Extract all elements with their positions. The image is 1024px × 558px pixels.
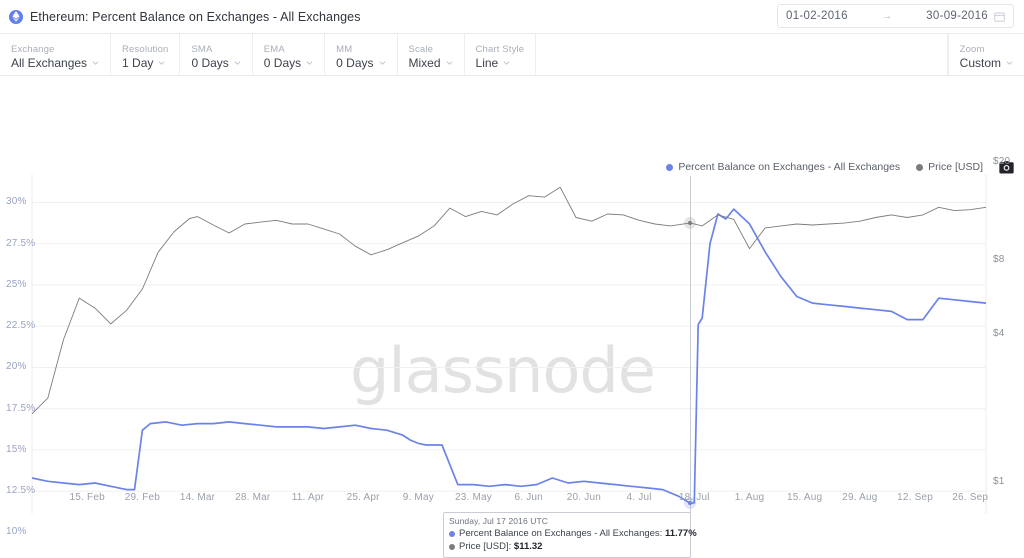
chevron-down-icon[interactable] [92,61,99,65]
x-axis-tick: 28. Mar [235,492,271,503]
y-axis-right-tick: $8 [993,254,1005,265]
date-start-value[interactable]: 01-02-2016 [786,10,848,22]
crosshair-line [690,176,692,546]
x-axis-tick: 15. Feb [69,492,105,503]
y-axis-right-tick: $20 [993,156,1011,167]
control-mm[interactable]: MM 0 Days [325,34,398,75]
top-bar: Ethereum: Percent Balance on Exchanges -… [0,0,1024,34]
chart-tooltip: Sunday, Jul 17 2016 UTC Percent Balance … [443,512,697,558]
tooltip-text-price: Price [USD]: [459,541,512,552]
control-scale-label: Scale [408,43,434,55]
control-sma-value[interactable]: 0 Days [191,56,228,71]
control-exchange-label: Exchange [11,43,55,55]
control-exchange[interactable]: Exchange All Exchanges [0,34,112,75]
y-axis-left-tick: 20% [6,361,27,373]
tooltip-date: Sunday, Jul 17 2016 UTC [449,516,549,526]
tooltip-dot-icon [449,530,455,537]
series-line-percent-balance [31,208,987,505]
x-axis-tick: 29. Aug [842,492,878,503]
control-sma-label: SMA [191,43,213,55]
x-axis-tick: 20. Jun [566,492,601,503]
chevron-down-icon[interactable] [379,61,386,65]
y-axis-left-tick: 30% [6,196,27,208]
tooltip-label-price: Price [USD]: $11.32 [459,540,542,553]
plot-svg [31,174,987,514]
y-axis-left-tick: 22.5% [6,320,36,332]
tooltip-text-percent-balance: Percent Balance on Exchanges - All Excha… [459,528,663,539]
control-resolution-label: Resolution [122,43,169,55]
control-resolution[interactable]: Resolution 1 Day [111,34,181,75]
gridlines [31,174,987,514]
x-axis-tick: 26. Sep [952,492,989,503]
chevron-down-icon[interactable] [503,61,510,65]
control-zoom-value[interactable]: Custom [960,56,1001,71]
x-axis-tick: 29. Feb [124,492,161,503]
x-axis-tick: 1. Aug [734,492,765,503]
x-axis-tick: 11. Apr [291,492,325,503]
plot-canvas [0,76,1024,514]
series-line-price [31,186,987,415]
control-scale[interactable]: Scale Mixed [398,34,465,75]
tooltip-row-price: Price [USD]: $11.32 [449,540,684,553]
x-axis-tick: 25. Apr [346,492,380,503]
page-title: Ethereum: Percent Balance on Exchanges -… [30,9,361,24]
tooltip-value-percent-balance: 11.77% [664,528,697,539]
control-chart-style-label: Chart Style [475,43,525,55]
control-mm-value[interactable]: 0 Days [336,56,373,71]
chevron-down-icon[interactable] [446,61,453,65]
glassnode-chart-app: Ethereum: Percent Balance on Exchanges -… [0,0,1024,558]
control-chart-style[interactable]: Chart Style Line [465,34,537,75]
x-axis-tick: 6. Jun [514,492,543,503]
tooltip-dot-icon [449,543,455,550]
x-axis-tick: 15. Aug [786,492,823,503]
x-axis-tick: 14. Mar [179,492,216,503]
series-lines [31,186,987,505]
x-axis-tick: 12. Sep [897,492,933,503]
control-ema-label: EMA [263,43,285,55]
tooltip-value-price: $11.32 [513,541,543,552]
control-zoom-label: Zoom [959,43,985,55]
x-axis-tick: 9. May [402,492,434,503]
x-axis-tick: 18. Jul [678,492,710,503]
y-axis-left-tick: 27.5% [6,237,36,249]
controls-bar: Exchange All Exchanges Resolution 1 Day … [0,34,1024,76]
ethereum-icon [9,9,23,24]
y-axis-right-tick: $4 [993,328,1005,340]
chart-area: Percent Balance on Exchanges - All Excha… [0,76,1024,558]
chevron-down-icon[interactable] [1006,61,1013,65]
y-axis-left-tick: 25% [6,278,27,290]
control-zoom[interactable]: Zoom Custom [947,34,1024,75]
y-axis-left-tick: 15% [6,443,27,455]
tooltip-row-percent-balance: Percent Balance on Exchanges - All Excha… [449,527,697,540]
control-ema-value[interactable]: 0 Days [264,56,301,71]
control-chart-style-value[interactable]: Line [476,56,499,71]
y-axis-right-tick: $1 [993,476,1005,488]
control-exchange-value[interactable]: All Exchanges [11,56,87,71]
chevron-down-icon[interactable] [306,61,313,65]
y-axis-left-tick: 12.5% [6,485,36,497]
date-end-value[interactable]: 30-09-2016 [926,10,988,22]
calendar-icon[interactable] [994,11,1005,22]
control-sma[interactable]: SMA 0 Days [180,34,253,75]
control-ema[interactable]: EMA 0 Days [253,34,326,75]
tooltip-label-percent-balance: Percent Balance on Exchanges - All Excha… [459,527,697,540]
y-axis-left-tick: 17.5% [6,402,36,414]
control-scale-value[interactable]: Mixed [409,56,441,71]
control-resolution-value[interactable]: 1 Day [122,56,153,71]
page-title-group: Ethereum: Percent Balance on Exchanges -… [0,9,361,24]
control-mm-label: MM [336,43,353,55]
controls-spacer [536,34,948,75]
x-axis-tick: 4. Jul [626,492,652,503]
date-range-arrow: → [881,10,893,22]
x-axis-tick: 23. May [455,492,493,503]
chevron-down-icon[interactable] [234,61,241,65]
date-range-picker[interactable]: 01-02-2016 → 30-09-2016 [777,4,1014,28]
chevron-down-icon[interactable] [158,61,165,65]
y-axis-left-tick: 10% [6,526,27,538]
